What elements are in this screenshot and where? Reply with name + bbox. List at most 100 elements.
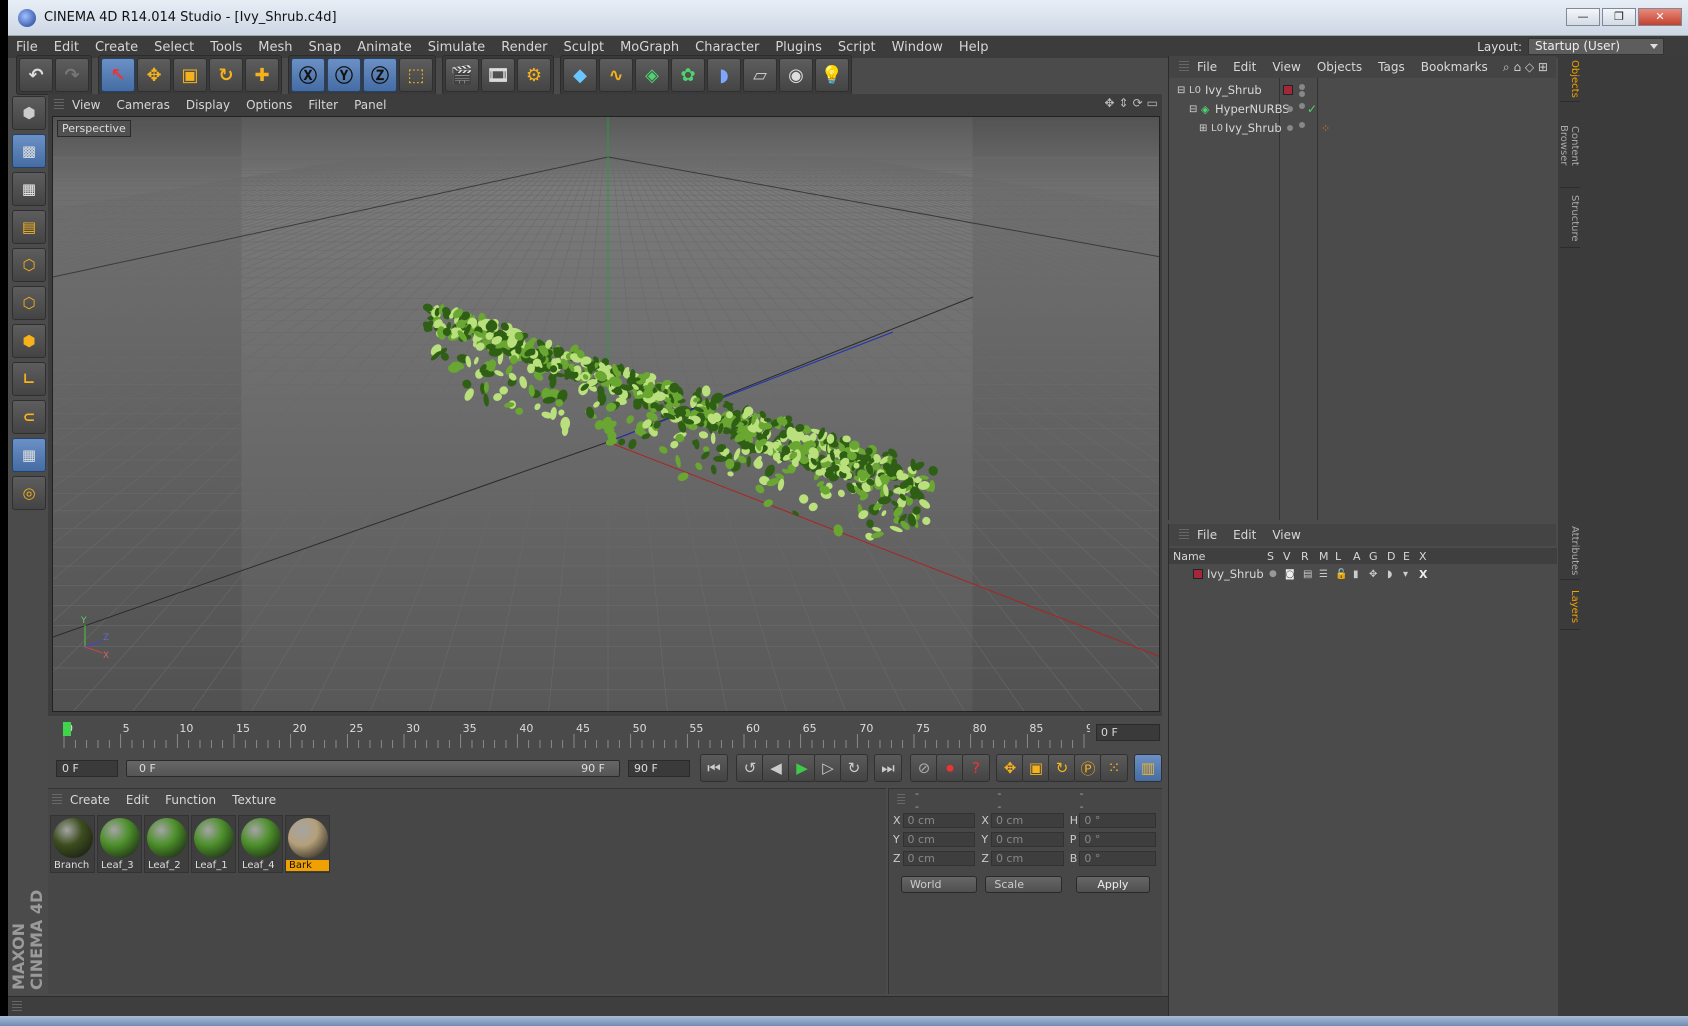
recent-tool-icon[interactable]: ✚ [245,58,279,92]
coord-mode-dropdown[interactable]: World [901,876,978,893]
render-view-icon[interactable]: 🎬 [445,58,479,92]
obj-menu-objects[interactable]: Objects [1309,60,1370,74]
vp-menu-filter[interactable]: Filter [300,98,346,112]
visibility-dot-icon[interactable] [1299,84,1305,90]
menu-sculpt[interactable]: Sculpt [555,40,612,55]
enabled-check-icon[interactable]: ✓ [1307,102,1317,116]
render-picture-viewer-icon[interactable]: 🎞 [481,58,515,92]
orbit-icon[interactable]: ⟳ [1133,96,1143,110]
menu-character[interactable]: Character [687,40,767,55]
obj-menu-file[interactable]: File [1189,60,1225,74]
coord-panel-grip[interactable] [897,794,905,806]
vp-menu-view[interactable]: View [64,98,108,112]
collapse-icon[interactable]: ⊟ [1177,85,1185,96]
mat-menu-texture[interactable]: Texture [224,793,284,807]
layer-menu-edit[interactable]: Edit [1225,528,1264,542]
layer-row-ivy-shrub[interactable]: Ivy_Shrub ● ◙ ▤ ☰ 🔓 ▮ ✥ ◗ ▾ X [1169,565,1557,583]
pan-icon[interactable]: ✥ [1104,96,1114,110]
material-panel-grip[interactable] [52,794,62,806]
key-pla-icon[interactable]: ⁙ [1100,754,1128,782]
col-render[interactable]: R [1301,550,1309,563]
nurbs-icon[interactable]: ◈ [635,58,669,92]
next-keyframe-icon[interactable]: ↻ [840,754,868,782]
obj-menu-view[interactable]: View [1264,60,1308,74]
layer-dot-icon[interactable] [1287,125,1293,131]
tree-row-ivy-shrub-child[interactable]: ⊞ L0 Ivy_Shrub ⁘ [1169,118,1557,138]
material-swatch[interactable]: Leaf_1 [191,815,236,873]
texture-mode-icon[interactable]: ▦ [12,172,46,206]
menu-mesh[interactable]: Mesh [250,40,300,55]
edit-render-settings-icon[interactable]: ⚙ [517,58,551,92]
go-to-end-icon[interactable]: ⏭ [874,754,902,782]
panel-grip[interactable] [54,99,64,111]
previous-frame-icon[interactable]: ◀ [762,754,790,782]
menu-create[interactable]: Create [87,40,146,55]
live-selection-icon[interactable]: ↖ [101,58,135,92]
maximize-view-icon[interactable]: ▭ [1147,96,1158,110]
col-xref[interactable]: X [1419,550,1427,563]
xref-icon[interactable]: X [1419,568,1427,581]
layer-color-icon[interactable] [1283,85,1293,95]
visibility-dot-icon[interactable] [1299,103,1305,109]
col-solo[interactable]: S [1267,550,1274,563]
deformer-icon[interactable]: ◗ [1387,569,1392,580]
expression-icon[interactable]: ▾ [1403,569,1408,580]
tab-attributes[interactable]: Attributes [1560,522,1580,580]
size-z-field[interactable]: 0 cm [990,851,1064,866]
vp-menu-options[interactable]: Options [238,98,300,112]
rotation-h-field[interactable]: 0 ° [1079,813,1156,828]
camera-icon[interactable]: ◉ [779,58,813,92]
menu-script[interactable]: Script [830,40,884,55]
menu-tools[interactable]: Tools [202,40,250,55]
key-parameter-icon[interactable]: Ⓟ [1074,754,1102,782]
search-icon[interactable]: ⌕ ⌂ ◇ ⊞ [1503,60,1548,75]
polygons-mode-icon[interactable]: ⬢ [12,324,46,358]
menu-file[interactable]: File [8,40,46,55]
layout-dropdown[interactable]: Startup (User) [1528,38,1664,55]
layer-menu-file[interactable]: File [1189,528,1225,542]
workplane-mode-icon[interactable]: ▤ [12,210,46,244]
y-axis-lock-icon[interactable]: Ⓨ [327,58,361,92]
locked-workplane-icon[interactable]: ◎ [12,476,46,510]
deformer-icon[interactable]: ◗ [707,58,741,92]
obj-menu-bookmarks[interactable]: Bookmarks [1413,60,1496,74]
minimize-button[interactable]: — [1566,8,1600,26]
apply-button[interactable]: Apply [1075,876,1150,893]
points-mode-icon[interactable]: ⬡ [12,248,46,282]
playhead[interactable] [63,722,71,736]
material-swatch[interactable]: Leaf_3 [97,815,142,873]
menu-edit[interactable]: Edit [46,40,87,55]
col-deformers[interactable]: D [1387,550,1395,563]
vp-menu-display[interactable]: Display [178,98,238,112]
material-swatch[interactable]: Leaf_4 [238,815,283,873]
go-to-start-icon[interactable]: ⏮ [700,754,728,782]
coord-type-dropdown[interactable]: Scale [985,876,1062,893]
lock-icon[interactable]: 🔓 [1335,569,1347,580]
tree-row-ivy-shrub[interactable]: ⊟ L0 Ivy_Shrub [1169,80,1557,100]
obj-menu-edit[interactable]: Edit [1225,60,1264,74]
col-expressions[interactable]: E [1403,550,1410,563]
timeline-window-icon[interactable]: ▥ [1134,754,1162,782]
layer-panel-grip[interactable] [1179,529,1189,541]
cube-object-icon[interactable]: ◆ [563,58,597,92]
key-rotation-icon[interactable]: ↻ [1048,754,1076,782]
collapse-icon[interactable]: ⊟ [1189,104,1197,115]
model-mode-icon[interactable]: ▩ [12,134,46,168]
expand-icon[interactable]: ⊞ [1199,123,1207,134]
make-editable-icon[interactable]: ⬢ [12,96,46,130]
spline-icon[interactable]: ∿ [599,58,633,92]
restore-button[interactable]: ❐ [1602,8,1636,26]
mat-menu-edit[interactable]: Edit [118,793,157,807]
render-dot-icon[interactable] [1299,91,1305,97]
perspective-view[interactable]: Y Z X Perspective [52,116,1160,712]
render-icon[interactable]: ▤ [1303,569,1312,580]
workplane-lock-icon[interactable]: ▦ [12,438,46,472]
snap-magnet-icon[interactable]: ⊂ [12,400,46,434]
object-panel-grip[interactable] [1179,61,1189,73]
axis-mode-icon[interactable]: ∟ [12,362,46,396]
layer-color-icon[interactable] [1193,569,1203,579]
scale-icon[interactable]: ▣ [173,58,207,92]
menu-help[interactable]: Help [951,40,997,55]
tab-structure[interactable]: Structure [1560,190,1580,248]
rotation-b-field[interactable]: 0 ° [1079,851,1156,866]
